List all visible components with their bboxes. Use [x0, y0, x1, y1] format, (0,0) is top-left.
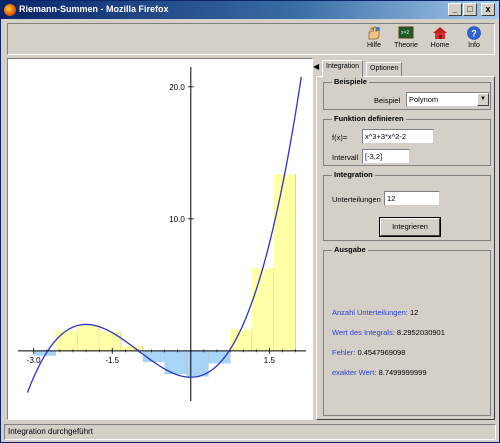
integration-title: Integration	[332, 170, 375, 179]
riemann-rect	[273, 174, 296, 351]
integrieren-button[interactable]: Integrieren	[379, 217, 441, 237]
riemann-rect	[251, 268, 274, 351]
output-row: exakter Wert: 8.7499999999	[332, 368, 427, 377]
beispiele-title: Beispiele	[332, 77, 369, 86]
ausgabe-group: Ausgabe Anzahl Unterteilungen: 12 Wert d…	[323, 245, 491, 416]
intervall-label: Intervall	[332, 153, 359, 162]
unterteilungen-label: Unterteilungen	[332, 195, 381, 204]
riemann-rect	[230, 329, 252, 351]
hand-icon	[368, 26, 380, 40]
riemann-rect	[186, 350, 209, 377]
x-tick-label: 1.5	[264, 356, 276, 365]
beispiel-select[interactable]: Polynom ▼	[406, 92, 490, 107]
beispiel-label: Beispiel	[374, 96, 401, 105]
tab-integration[interactable]: Integration	[322, 60, 364, 77]
beispiele-group: Beispiele Beispiel Polynom ▼	[323, 77, 491, 110]
riemann-rect	[55, 330, 78, 351]
output-value: 8.2952030901	[396, 328, 445, 337]
maximize-button[interactable]: □	[463, 3, 477, 16]
window-title: Riemann-Summen - Mozilla Firefox	[19, 4, 169, 14]
y-tick-label: 20.0	[169, 83, 185, 92]
funktion-group: Funktion definieren f(x)= x^3+3*x^2-2 In…	[323, 114, 491, 166]
app-toolbar: Hilfe x=2 Theorie Home ? Info	[7, 23, 495, 55]
browser-window: Riemann-Summen - Mozilla Firefox _ □ x H…	[0, 0, 500, 443]
output-value: 12	[409, 308, 419, 317]
f-label: f(x)=	[332, 133, 348, 142]
x-tick-label: -1.5	[105, 356, 119, 365]
output-value: 0.4547969098	[357, 348, 406, 357]
theory-board-icon: x=2	[398, 26, 414, 39]
riemann-rect	[99, 331, 121, 351]
minimize-button[interactable]: _	[448, 3, 462, 16]
firefox-icon	[4, 4, 16, 16]
riemann-chart: -3.0 -1.5 1.5 10.0 20.0	[18, 67, 306, 401]
status-bar: Integration durchgeführt	[4, 424, 496, 440]
output-row: Wert des Integrals: 8.2952030901	[332, 328, 445, 337]
unterteilungen-input[interactable]: 12	[384, 191, 440, 206]
riemann-rect	[77, 324, 100, 351]
ausgabe-title: Ausgabe	[332, 245, 368, 254]
home-icon	[433, 27, 447, 39]
y-tick-label: 10.0	[169, 215, 185, 224]
integration-group: Integration Unterteilungen 12 Integriere…	[323, 170, 491, 241]
integration-panel: Beispiele Beispiel Polynom ▼ Funktion de…	[316, 76, 495, 420]
svg-text:?: ?	[471, 29, 477, 39]
output-key: Wert des Integrals:	[332, 328, 395, 337]
svg-text:x=2: x=2	[401, 30, 409, 36]
output-key: exakter Wert:	[332, 368, 377, 377]
output-key: Fehler:	[332, 348, 356, 357]
output-row: Anzahl Unterteilungen: 12	[332, 308, 418, 317]
x-tick-label: -3.0	[27, 356, 41, 365]
control-panel: ◀ Integration Optionen Beispiele Beispie…	[313, 58, 495, 420]
close-button[interactable]: x	[481, 3, 495, 16]
title-bar[interactable]: Riemann-Summen - Mozilla Firefox _ □ x	[1, 1, 499, 19]
beispiel-select-value: Polynom	[409, 95, 439, 104]
funktion-title: Funktion definieren	[332, 114, 406, 123]
output-key: Anzahl Unterteilungen:	[332, 308, 408, 317]
riemann-rect	[208, 350, 231, 364]
tab-optionen[interactable]: Optionen	[366, 62, 403, 76]
info-label: Info	[468, 42, 480, 49]
chevron-down-icon[interactable]: ▼	[477, 93, 489, 106]
output-row: Fehler: 0.4547969098	[332, 348, 405, 357]
intervall-input[interactable]: [-3,2]	[362, 149, 410, 164]
collapse-arrow-icon[interactable]: ◀	[313, 62, 319, 71]
info-button[interactable]: ? Info	[454, 24, 494, 54]
output-value: 8.7499999999	[378, 368, 427, 377]
riemann-plot[interactable]: -3.0 -1.5 1.5 10.0 20.0	[7, 58, 313, 420]
function-input[interactable]: x^3+3*x^2-2	[362, 129, 434, 144]
info-icon: ?	[467, 26, 481, 40]
